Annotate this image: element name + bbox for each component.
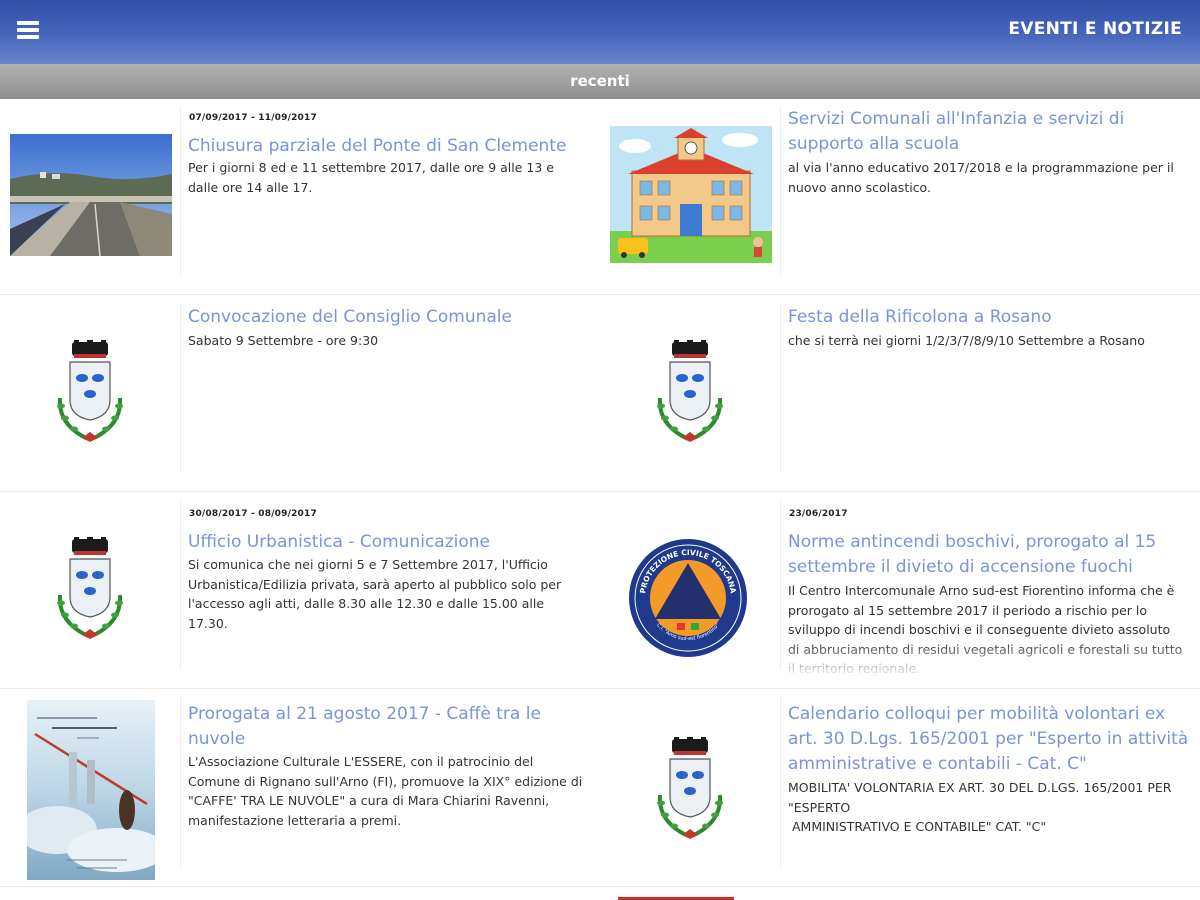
news-item[interactable]: Prorogata al 21 agosto 2017 - Caffè tra … — [0, 689, 600, 886]
news-item[interactable]: Festa della Rificolona a Rosano che si t… — [600, 295, 1200, 491]
section-header: recenti — [0, 64, 1200, 99]
divider — [180, 500, 181, 670]
event-poster — [27, 700, 155, 880]
item-title: Calendario colloqui per mobilità volonta… — [788, 704, 1189, 774]
divider — [180, 303, 181, 473]
divider — [780, 500, 781, 670]
hamburger-menu-icon[interactable] — [17, 21, 39, 39]
page-title: EVENTI E NOTIZIE — [1008, 19, 1182, 39]
item-date: 30/08/2017 - 08/09/2017 — [189, 509, 317, 519]
news-item[interactable]: 07/09/2017 - 11/09/2017 Chiusura parzial… — [0, 99, 600, 294]
school-illustration — [610, 126, 772, 263]
item-description: MOBILITA' VOLONTARIA EX ART. 30 DEL D.LG… — [788, 780, 1172, 834]
news-row: Prorogata al 21 agosto 2017 - Caffè tra … — [0, 689, 1200, 887]
item-title: Prorogata al 21 agosto 2017 - Caffè tra … — [188, 704, 541, 749]
news-item[interactable]: PROTEZIONE CIVILE TOSCANA C.I. "Arno sud… — [600, 492, 1200, 688]
news-row: 30/08/2017 - 08/09/2017 Ufficio Urbanist… — [0, 492, 1200, 689]
protezione-civile-logo: PROTEZIONE CIVILE TOSCANA C.I. "Arno sud… — [629, 539, 747, 657]
news-item[interactable]: Servizi Comunali all'Infanzia e servizi … — [600, 99, 1200, 294]
bridge-photo — [10, 134, 172, 256]
item-description: Sabato 9 Settembre - ore 9:30 — [188, 333, 379, 348]
section-label: recenti — [570, 72, 630, 90]
municipal-crest — [657, 737, 723, 839]
item-title: Servizi Comunali all'Infanzia e servizi … — [788, 109, 1125, 154]
news-item[interactable]: Calendario colloqui per mobilità volonta… — [600, 689, 1200, 886]
news-item[interactable]: Convocazione del Consiglio Comunale Saba… — [0, 295, 600, 491]
divider — [780, 697, 781, 868]
news-item[interactable]: 30/08/2017 - 08/09/2017 Ufficio Urbanist… — [0, 492, 600, 688]
municipal-crest — [57, 340, 123, 442]
item-description: al via l'anno educativo 2017/2018 e la p… — [788, 160, 1178, 195]
item-description: che si terrà nei giorni 1/2/3/7/8/9/10 S… — [788, 333, 1145, 348]
item-description: Per i giorni 8 ed e 11 settembre 2017, d… — [188, 160, 558, 195]
item-date: 23/06/2017 — [789, 509, 848, 519]
municipal-crest — [657, 340, 723, 442]
item-title: Norme antincendi boschivi, prorogato al … — [788, 532, 1157, 577]
news-row: Convocazione del Consiglio Comunale Saba… — [0, 295, 1200, 492]
item-title: Convocazione del Consiglio Comunale — [188, 307, 512, 327]
divider — [180, 697, 181, 868]
item-description: L'Associazione Culturale L'ESSERE, con i… — [188, 754, 587, 828]
divider — [180, 107, 181, 276]
app-header: EVENTI E NOTIZIE — [0, 0, 1200, 64]
news-row: 07/09/2017 - 11/09/2017 Chiusura parzial… — [0, 99, 1200, 295]
municipal-crest — [57, 537, 123, 639]
item-title: Chiusura parziale del Ponte di San Cleme… — [188, 136, 567, 156]
divider — [780, 303, 781, 473]
item-date: 07/09/2017 - 11/09/2017 — [189, 113, 317, 123]
item-title: Ufficio Urbanistica - Comunicazione — [188, 532, 490, 552]
item-title: Festa della Rificolona a Rosano — [788, 307, 1052, 327]
item-description: Si comunica che nei giorni 5 e 7 Settemb… — [188, 557, 566, 631]
text-fade — [788, 642, 1198, 678]
divider — [780, 107, 781, 276]
